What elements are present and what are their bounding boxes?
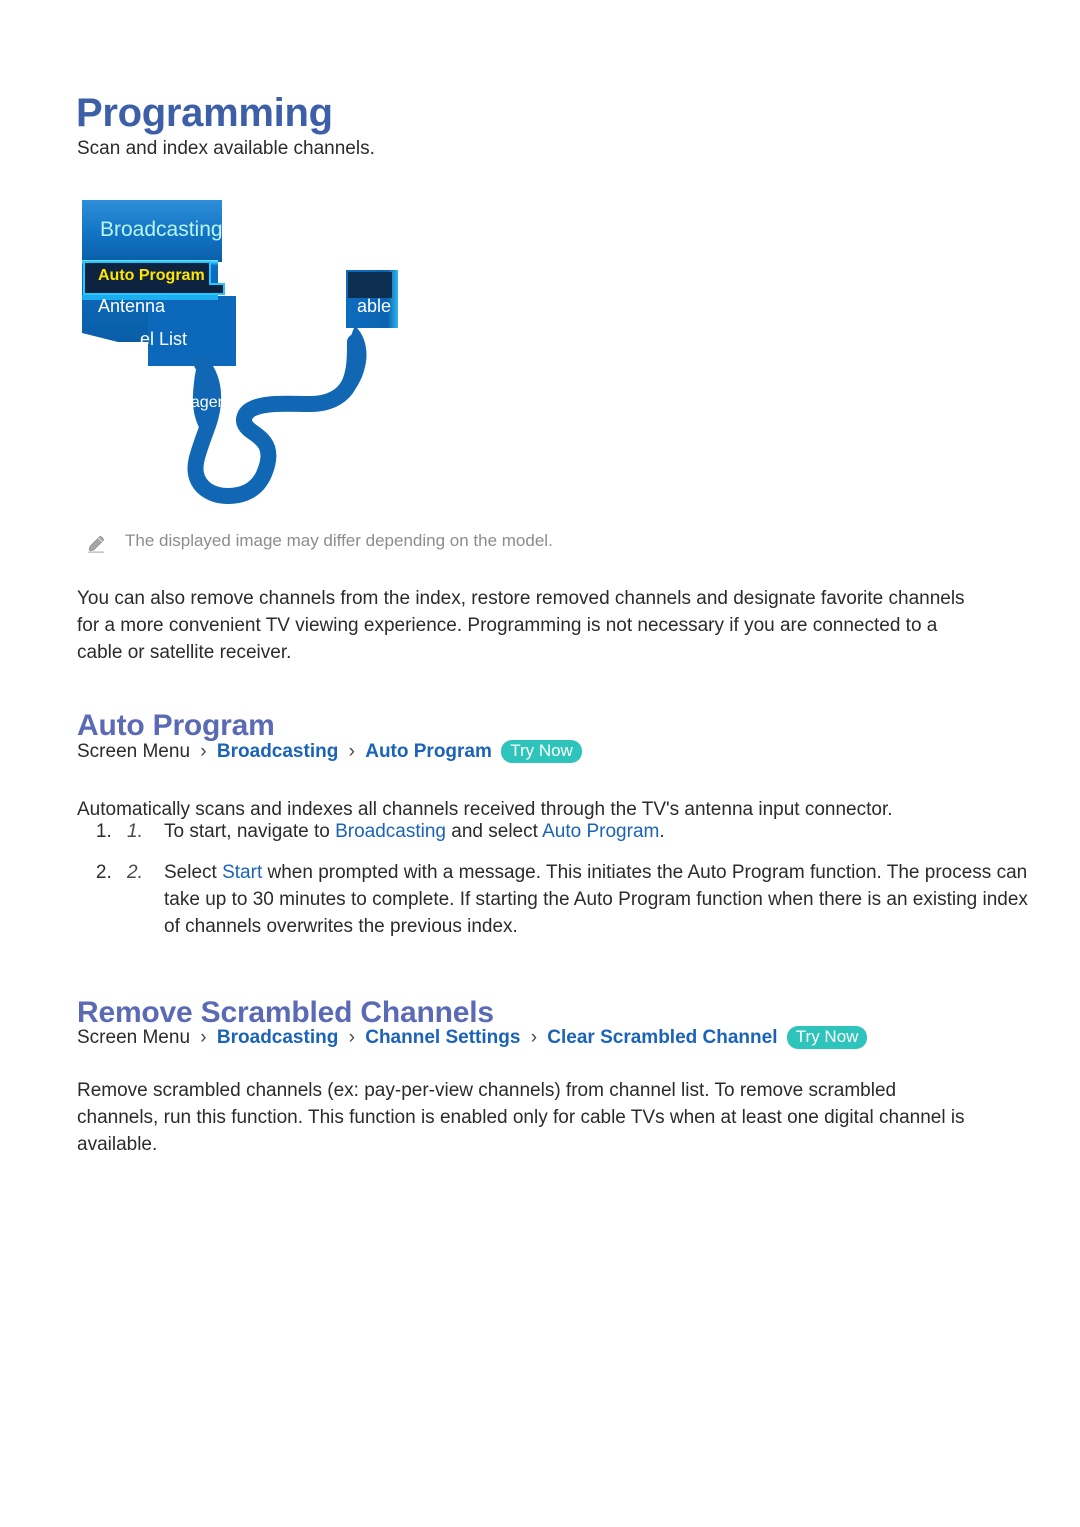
tv-menu-illustration: Broadcasting Auto Program Antenna el Lis… xyxy=(78,196,438,516)
pencil-icon xyxy=(88,536,104,553)
step-number: 1. xyxy=(127,821,143,842)
breadcrumb-separator: › xyxy=(530,1027,538,1048)
try-now-badge[interactable]: Try Now xyxy=(786,1026,868,1049)
breadcrumb-root: Screen Menu xyxy=(77,741,191,762)
breadcrumb-link-auto-program[interactable]: Auto Program xyxy=(365,741,492,762)
breadcrumb-separator: › xyxy=(348,741,355,762)
page-title: Programming xyxy=(76,90,333,135)
step-keyword-broadcasting: Broadcasting xyxy=(335,821,446,842)
intro-text: Scan and index available channels. xyxy=(77,138,375,159)
breadcrumb-link-broadcasting[interactable]: Broadcasting xyxy=(217,741,338,762)
breadcrumb-separator: › xyxy=(200,741,207,762)
breadcrumb-root: Screen Menu xyxy=(77,1027,191,1048)
step-part: To start, navigate to xyxy=(164,821,336,842)
breadcrumb-auto-program: Screen Menu › Broadcasting › Auto Progra… xyxy=(77,740,582,763)
step-number: 2. xyxy=(127,862,143,883)
step-part: and select xyxy=(446,821,543,842)
paragraph-remove-channels: You can also remove channels from the in… xyxy=(77,588,965,663)
step-text: Select Start when prompted with a messag… xyxy=(164,862,1028,937)
step-part: when prompted with a message. This initi… xyxy=(164,862,1028,937)
menu-secondary-panel xyxy=(148,296,236,366)
step-item: 1. To start, navigate to Broadcasting an… xyxy=(117,818,1047,845)
menu-highlight-glow-bottom xyxy=(82,295,218,300)
menu-item-auto-program-highlight[interactable] xyxy=(83,261,225,295)
breadcrumb-remove-scrambled: Screen Menu › Broadcasting › Channel Set… xyxy=(77,1026,868,1049)
breadcrumb-link-channel-settings[interactable]: Channel Settings xyxy=(365,1027,520,1048)
note-text: The displayed image may differ depending… xyxy=(125,531,553,550)
paragraph-remove-scrambled: Remove scrambled channels (ex: pay-per-v… xyxy=(77,1080,965,1155)
cable-label-inner xyxy=(348,272,392,298)
step-item: 2. Select Start when prompted with a mes… xyxy=(117,859,1047,940)
auto-program-steps: 1. To start, navigate to Broadcasting an… xyxy=(77,818,1047,954)
breadcrumb-separator: › xyxy=(348,1027,355,1048)
breadcrumb-link-broadcasting[interactable]: Broadcasting xyxy=(217,1027,338,1048)
note-line: The displayed image may differ depending… xyxy=(85,531,553,553)
section-heading-remove-scrambled: Remove Scrambled Channels xyxy=(77,995,494,1029)
document-page: Programming Scan and index available cha… xyxy=(0,0,1080,1527)
section-heading-auto-program: Auto Program xyxy=(77,708,275,742)
step-keyword-start: Start xyxy=(222,862,263,883)
breadcrumb-separator: › xyxy=(200,1027,207,1048)
cable-highlight-speck xyxy=(216,474,224,482)
step-keyword-auto-program: Auto Program xyxy=(542,821,660,842)
step-part: . xyxy=(659,821,665,842)
menu-header-panel xyxy=(82,200,222,262)
step-part: Select xyxy=(164,862,223,883)
illustration-graphic xyxy=(82,200,398,505)
step-text: To start, navigate to Broadcasting and s… xyxy=(164,821,665,842)
breadcrumb-link-clear-scrambled-channel[interactable]: Clear Scrambled Channel xyxy=(547,1027,777,1048)
try-now-badge[interactable]: Try Now xyxy=(501,740,582,763)
